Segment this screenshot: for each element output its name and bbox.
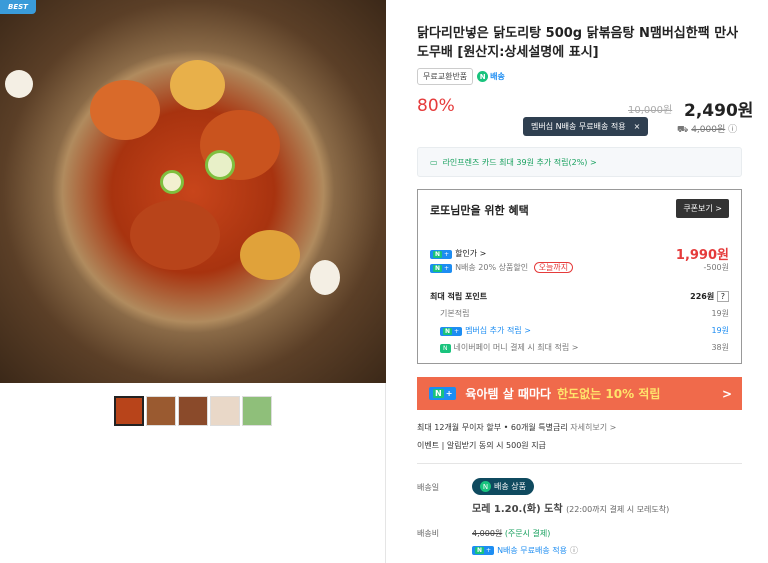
n-logo-icon: N [480, 481, 491, 492]
n-delivery-discount-row: N + N배송 20% 상품할인 오늘까지 -500원 [430, 262, 729, 273]
food-chunk [130, 200, 220, 270]
basic-points-row: 기본적립 19원 [440, 309, 729, 318]
sale-price: 2,490원 [684, 101, 754, 121]
close-icon[interactable]: × [634, 122, 641, 131]
main-product-image[interactable] [0, 0, 386, 383]
n-membership-icon: N + [472, 546, 495, 555]
original-price: 10,000원 [628, 105, 673, 116]
garlic-clove [5, 70, 33, 98]
n-delivery-badge: N 배송 상품 [472, 478, 534, 495]
delivery-date: 모레 1.20.(화) 도착 (22:00까지 결제 시 모레도착) [472, 504, 670, 515]
benefit-title: 로또님만을 위한 혜택 [430, 204, 529, 217]
delivery-label: 배송일 [417, 483, 440, 492]
truck-icon: ⛟ [677, 125, 689, 135]
discount-rate: 80% [417, 96, 455, 116]
help-icon[interactable]: ? [716, 291, 729, 302]
info-icon[interactable]: ⓘ [570, 545, 578, 556]
membership-points-row: N + 멤버십 추가 적립 > 19원 [440, 325, 729, 336]
n-plus-icon: N + [430, 264, 453, 273]
fee-label: 배송비 [417, 529, 440, 538]
potato-chunk [170, 60, 225, 110]
thumbnail-strip [114, 396, 272, 426]
card-promo[interactable]: ▭ 라인프렌즈 카드 최대 39원 추가 적립(2%) > [417, 147, 742, 177]
thumbnail-2[interactable] [146, 396, 176, 426]
points-row: 최대 적립 포인트 226원 ? [430, 291, 729, 302]
potato-chunk [240, 230, 300, 280]
best-badge: BEST [0, 0, 36, 14]
n-membership-icon: N + [440, 327, 463, 336]
membership-tooltip: 멤버십 N배송 무료배송 적용 × [523, 117, 649, 136]
n-delivery-tag: N 배송 [477, 71, 505, 82]
info-icon[interactable]: ⓘ [728, 125, 737, 135]
naverpay-icon: N [440, 344, 451, 353]
installment-info: 최대 12개월 무이자 할부 • 60개월 특별금리 자세히보기 > [417, 423, 617, 432]
thumbnail-1[interactable] [114, 396, 144, 426]
shipping-fee-top: ⛟ 4,000원 ⓘ [677, 125, 738, 135]
chevron-right-icon: > [721, 386, 732, 401]
sale-price-row: N + 할인가 > 1,990원 [430, 244, 729, 263]
naverpay-points-row: N 네이버페이 머니 결제 시 최대 적립 > 38원 [440, 342, 729, 353]
scallion-slice [205, 150, 235, 180]
product-gallery: BEST [0, 0, 386, 563]
coupon-button[interactable]: 쿠폰보기 > [676, 199, 729, 218]
food-chunk [90, 80, 160, 140]
thumbnail-5[interactable] [242, 396, 272, 426]
event-info: 이벤트 | 알림받기 동의 시 500원 지급 [417, 441, 546, 450]
product-tags: 무료교환반품 N 배송 [417, 68, 505, 85]
details-link[interactable]: 자세히보기 > [570, 423, 616, 432]
n-logo-icon: N [477, 71, 489, 82]
fee-amount: 4,000원 (주문시 결제) [472, 529, 551, 538]
benefit-box: 로또님만을 위한 혜택 쿠폰보기 > N + 할인가 > 1,990원 N + N배송 … [417, 189, 742, 364]
divider [417, 463, 742, 464]
product-title: 닭다리만넣은 닭도리탕 500g 닭볶음탕 N맴버십한팩 만사도무배 [원산지:… [417, 26, 739, 60]
product-info-panel: 닭다리만넣은 닭도리탕 500g 닭볶음탕 N맴버십한팩 만사도무배 [원산지:… [387, 0, 768, 563]
garlic-clove [310, 260, 340, 295]
scallion-slice [160, 170, 184, 194]
thumbnail-3[interactable] [178, 396, 208, 426]
n-free-delivery: N + N배송 무료배송 적용 ⓘ [472, 545, 578, 556]
card-icon: ▭ [430, 157, 438, 167]
membership-banner[interactable]: N + 육아템 살 때마다 한도없는 10% 적립 > [417, 377, 742, 410]
thumbnail-4[interactable] [210, 396, 240, 426]
free-return-tag: 무료교환반품 [417, 68, 474, 85]
n-membership-icon: N + [429, 387, 457, 400]
n-membership-icon: N + [430, 250, 453, 259]
